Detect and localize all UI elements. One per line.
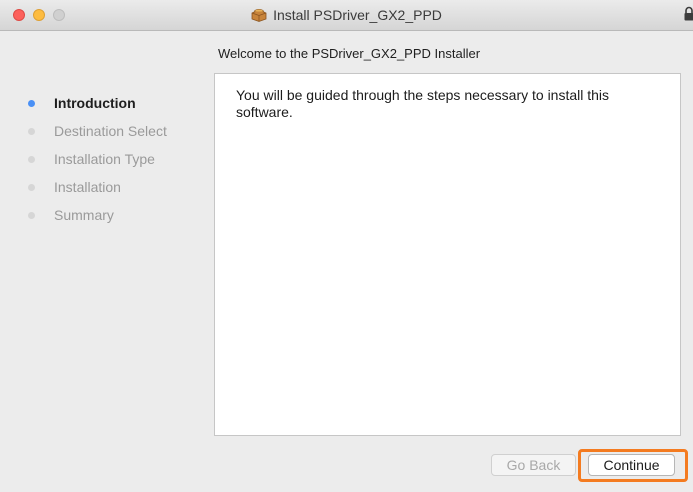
content-panel: You will be guided through the steps nec… [214, 73, 681, 436]
window-title-group: Install PSDriver_GX2_PPD [0, 0, 693, 30]
step-dot-icon [28, 183, 35, 191]
installer-heading: Welcome to the PSDriver_GX2_PPD Installe… [218, 46, 481, 61]
active-step-dot-icon [28, 99, 35, 107]
continue-button[interactable]: Continue [588, 454, 675, 476]
step-introduction: Introduction [28, 93, 136, 113]
step-dot-icon [28, 211, 35, 219]
step-installation: Installation [28, 177, 121, 197]
step-label: Introduction [54, 95, 136, 111]
step-label: Installation Type [54, 151, 155, 167]
step-installation-type: Installation Type [28, 149, 155, 169]
go-back-button[interactable]: Go Back [491, 454, 576, 476]
step-dot-icon [28, 127, 35, 135]
step-label: Installation [54, 179, 121, 195]
intro-text: You will be guided through the steps nec… [236, 87, 610, 120]
package-icon [251, 8, 267, 22]
lock-icon [684, 6, 693, 21]
step-summary: Summary [28, 205, 114, 225]
step-destination-select: Destination Select [28, 121, 167, 141]
window-title: Install PSDriver_GX2_PPD [273, 7, 442, 23]
step-dot-icon [28, 155, 35, 163]
installer-window: Install PSDriver_GX2_PPD Welcome to the … [0, 0, 693, 492]
step-label: Destination Select [54, 123, 167, 139]
title-bar[interactable]: Install PSDriver_GX2_PPD [0, 0, 693, 31]
step-label: Summary [54, 207, 114, 223]
